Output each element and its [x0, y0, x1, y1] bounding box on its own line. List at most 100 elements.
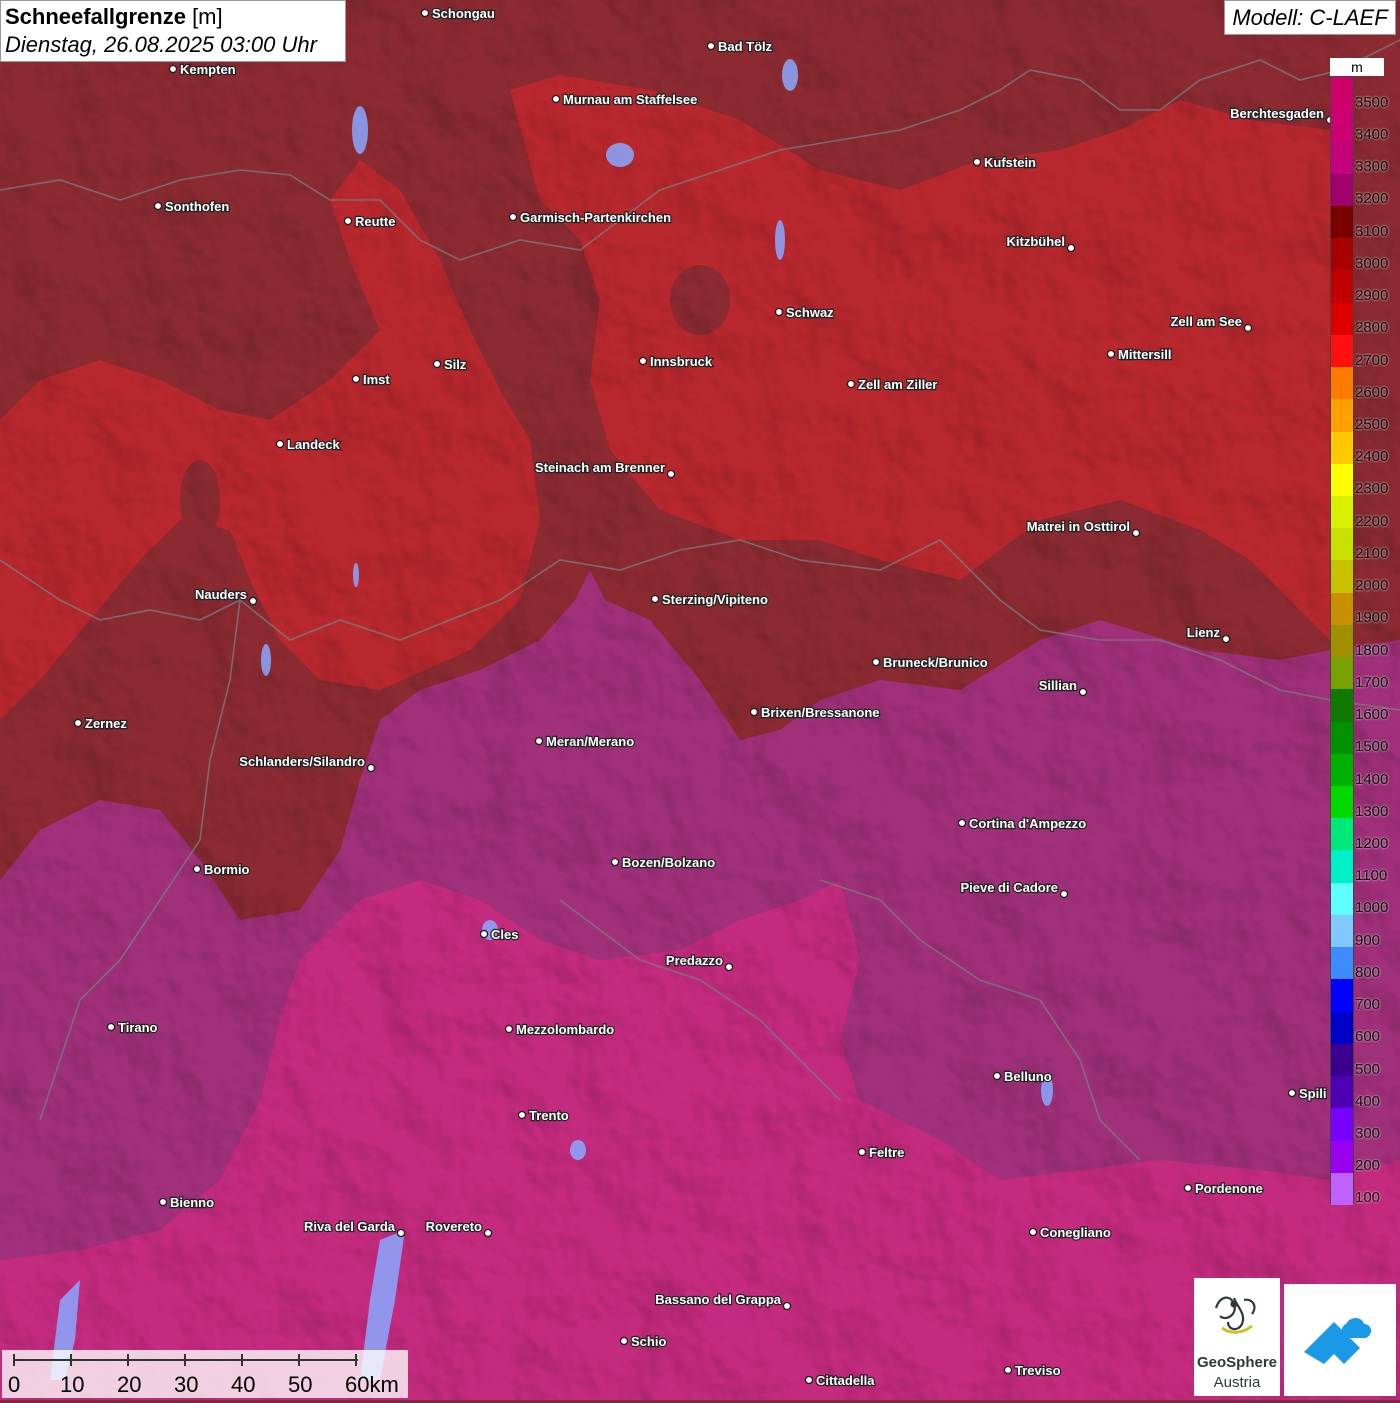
city-marker-icon	[774, 307, 784, 317]
city-marker-icon	[1106, 349, 1116, 359]
city-marker-icon	[551, 94, 561, 104]
map-title: Schneefallgrenze [m]	[5, 3, 341, 31]
city-schongau[interactable]: Schongau	[420, 5, 496, 22]
city-marker-icon	[782, 1301, 792, 1311]
city-marker-icon	[992, 1071, 1002, 1081]
city-label: Zell am Ziller	[858, 377, 937, 392]
legend-label-3500: 3500	[1355, 93, 1389, 111]
model-label: Modell: C-LAEF	[1224, 0, 1396, 35]
city-sonthofen[interactable]: Sonthofen	[153, 198, 231, 215]
city-marker-icon	[534, 736, 544, 746]
city-landeck[interactable]: Landeck	[275, 436, 342, 453]
city-marker-icon	[1287, 1088, 1297, 1098]
city-label: Zell am See	[1170, 314, 1242, 329]
city-label: Meran/Merano	[546, 734, 634, 749]
city-brixen-bressanone[interactable]: Brixen/Bressanone	[749, 704, 881, 721]
city-meran-merano[interactable]: Meran/Merano	[534, 733, 635, 750]
city-label: Cortina d'Ampezzo	[969, 816, 1086, 831]
city-kitzb-hel[interactable]: Kitzbühel	[1005, 233, 1076, 253]
legend-swatch-2700	[1331, 334, 1353, 368]
legend-swatch-2600	[1331, 367, 1353, 400]
legend-swatch-2900	[1331, 270, 1353, 303]
scale-label: 40	[231, 1372, 256, 1397]
legend-swatch-2500	[1331, 399, 1353, 432]
city-marker-icon	[275, 439, 285, 449]
city-marker-icon	[1131, 528, 1141, 538]
legend-swatch-1100	[1331, 850, 1353, 883]
city-marker-icon	[517, 1110, 527, 1120]
city-steinach-am-brenner[interactable]: Steinach am Brenner	[534, 459, 676, 479]
city-label: Nauders	[195, 587, 247, 602]
city-label: Sillian	[1039, 678, 1077, 693]
city-marker-icon	[396, 1228, 406, 1238]
city-pieve-di-cadore[interactable]: Pieve di Cadore	[959, 879, 1069, 899]
city-murnau-am-staffelsee[interactable]: Murnau am Staffelsee	[551, 91, 699, 108]
city-marker-icon	[351, 374, 361, 384]
city-berchtesgaden[interactable]: Berchtesgaden	[1229, 105, 1335, 125]
parameter-name: Schneefallgrenze	[5, 4, 186, 29]
city-label: Schwaz	[786, 305, 834, 320]
legend-swatch-1600	[1331, 689, 1353, 722]
city-cittadella[interactable]: Cittadella	[804, 1372, 876, 1389]
city-label: Brixen/Bressanone	[761, 705, 880, 720]
legend-swatch-2000	[1331, 560, 1353, 593]
city-garmisch-partenkirchen[interactable]: Garmisch-Partenkirchen	[508, 209, 672, 226]
city-marker-icon	[724, 962, 734, 972]
city-label: Conegliano	[1040, 1225, 1111, 1240]
legend-label-2000: 2000	[1355, 577, 1389, 595]
city-marker-icon	[857, 1147, 867, 1157]
city-schlanders-silandro[interactable]: Schlanders/Silandro	[238, 753, 376, 773]
legend-swatch-2800	[1331, 302, 1353, 335]
legend-label-2500: 2500	[1355, 416, 1389, 433]
legend-label-3300: 3300	[1355, 158, 1389, 176]
city-label: Garmisch-Partenkirchen	[520, 210, 671, 225]
city-bruneck-brunico[interactable]: Bruneck/Brunico	[871, 654, 989, 671]
legend-label-1000: 1000	[1355, 899, 1389, 917]
city-bad-t-lz[interactable]: Bad Tölz	[706, 38, 774, 55]
legend-swatch-1400	[1331, 753, 1353, 787]
city-marker-icon	[610, 857, 620, 867]
city-label: Bassano del Grappa	[655, 1292, 781, 1307]
city-marker-icon	[638, 356, 648, 366]
legend-label-2200: 2200	[1355, 512, 1389, 530]
legend-label-1300: 1300	[1355, 802, 1389, 820]
city-rovereto[interactable]: Rovereto	[424, 1218, 493, 1238]
city-riva-del-garda[interactable]: Riva del Garda	[303, 1218, 406, 1238]
scale-label: 20	[117, 1372, 142, 1397]
city-sterzing-vipiteno[interactable]: Sterzing/Vipiteno	[650, 591, 769, 608]
city-label: Kitzbühel	[1007, 234, 1066, 249]
city-marker-icon	[1078, 687, 1088, 697]
legend-swatch-2300	[1331, 463, 1353, 496]
legend-label-2800: 2800	[1355, 319, 1389, 337]
city-marker-icon	[168, 64, 178, 74]
legend-label-200: 200	[1355, 1157, 1381, 1175]
snowfall-line-map[interactable]: Schongau Bad Tölz Kempten Murnau am Staffel…	[0, 0, 1400, 1400]
city-marker-icon	[1221, 634, 1231, 644]
city-pordenone[interactable]: Pordenone	[1183, 1180, 1264, 1197]
city-label: Schlanders/Silandro	[239, 754, 365, 769]
city-zell-am-ziller[interactable]: Zell am Ziller	[846, 376, 939, 393]
legend-label-2600: 2600	[1355, 383, 1389, 401]
legend-swatch-1200	[1331, 818, 1353, 851]
city-conegliano[interactable]: Conegliano	[1028, 1224, 1112, 1241]
legend-label-700: 700	[1355, 996, 1381, 1014]
city-bozen-bolzano[interactable]: Bozen/Bolzano	[610, 854, 716, 871]
city-mezzolombardo[interactable]: Mezzolombardo	[504, 1021, 615, 1038]
city-innsbruck[interactable]: Innsbruck	[638, 353, 714, 370]
geosphere-logo: GeoSphere Austria	[1194, 1278, 1280, 1396]
legend-swatch-500	[1331, 1043, 1353, 1077]
city-kempten[interactable]: Kempten	[168, 61, 237, 78]
legend-label-600: 600	[1355, 1028, 1381, 1046]
city-marker-icon	[479, 929, 489, 939]
legend-swatch-3500	[1331, 77, 1353, 110]
legend-label-3400: 3400	[1355, 125, 1389, 143]
legend-label-1700: 1700	[1355, 673, 1389, 691]
city-predazzo[interactable]: Predazzo	[665, 952, 734, 972]
city-cortina-d-ampezzo[interactable]: Cortina d'Ampezzo	[957, 815, 1087, 832]
city-zell-am-see[interactable]: Zell am See	[1169, 313, 1253, 333]
city-label: Steinach am Brenner	[535, 460, 665, 475]
city-bassano-del-grappa[interactable]: Bassano del Grappa	[654, 1291, 792, 1311]
city-label: Riva del Garda	[304, 1219, 396, 1234]
city-matrei-in-osttirol[interactable]: Matrei in Osttirol	[1026, 518, 1141, 538]
city-label: Feltre	[869, 1145, 904, 1160]
